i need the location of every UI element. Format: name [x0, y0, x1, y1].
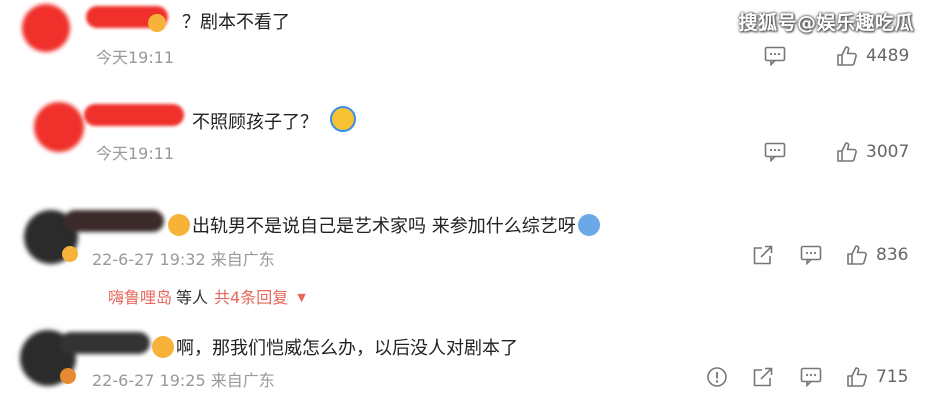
- like-count: 715: [876, 367, 909, 387]
- heart-eyes-emoji-icon: [168, 214, 190, 236]
- like-button[interactable]: 3007: [836, 141, 909, 163]
- comment-icon: [800, 367, 822, 387]
- reply-button[interactable]: [764, 142, 786, 162]
- reply-button[interactable]: [764, 46, 786, 66]
- like-button[interactable]: 715: [846, 366, 908, 388]
- laugh-emoji-icon: [577, 214, 600, 236]
- like-button[interactable]: 836: [846, 244, 908, 266]
- comment-item: 不照顾孩子了？ 今天19:11 3007: [0, 96, 936, 186]
- like-button[interactable]: 4489: [836, 45, 909, 67]
- badge-redacted: [60, 368, 76, 384]
- thumbs-up-icon: [836, 141, 858, 163]
- like-count: 4489: [866, 46, 910, 66]
- comment-icon: [764, 142, 786, 162]
- share-icon: [752, 244, 774, 266]
- warning-icon: [706, 366, 728, 388]
- avatar-redacted[interactable]: [34, 102, 84, 152]
- comment-icon: [764, 46, 786, 66]
- reply-button[interactable]: [800, 367, 822, 387]
- comment-text: 出轨男不是说自己是艺术家吗 来参加什么综艺呀: [168, 212, 600, 238]
- reply-button[interactable]: [800, 245, 822, 265]
- share-button[interactable]: [752, 366, 774, 388]
- reply-etc-label: 等人: [176, 288, 209, 307]
- comment-icon: [800, 245, 822, 265]
- reply-total-link[interactable]: 共4条回复: [214, 288, 288, 307]
- badge-redacted: [62, 246, 78, 262]
- heart-eyes-emoji-icon: [152, 336, 174, 358]
- hug-emoji-icon: [329, 106, 356, 132]
- chevron-down-icon: ▼: [297, 291, 306, 304]
- share-icon: [752, 366, 774, 388]
- thumbs-up-icon: [836, 45, 858, 67]
- replies-summary-link[interactable]: 嗨鲁哩岛 等人 共4条回复 ▼: [108, 284, 306, 308]
- comment-text: 啊，那我们恺威怎么办，以后没人对剧本了: [152, 334, 518, 360]
- reply-user-names[interactable]: 嗨鲁哩岛: [108, 288, 172, 307]
- avatar-redacted[interactable]: [22, 4, 70, 52]
- thumbs-up-icon: [846, 244, 868, 266]
- comment-text: 不照顾孩子了？: [192, 106, 356, 134]
- comment-item: 出轨男不是说自己是艺术家吗 来参加什么综艺呀 22-6-27 19:32 来自广…: [0, 200, 936, 310]
- username-redacted[interactable]: [84, 104, 184, 126]
- comment-time: 22-6-27 19:32 来自广东: [92, 250, 275, 269]
- like-count: 3007: [866, 142, 910, 162]
- username-redacted[interactable]: [64, 210, 164, 232]
- username-redacted[interactable]: [60, 332, 150, 354]
- comment-time: 今天19:11: [96, 48, 175, 67]
- comment-time: 今天19:11: [96, 144, 175, 163]
- thumbs-up-icon: [846, 366, 868, 388]
- comment-text: ？剧本不看了: [182, 12, 290, 33]
- like-count: 836: [876, 245, 909, 265]
- share-button[interactable]: [752, 244, 774, 266]
- comment-item: 啊，那我们恺威怎么办，以后没人对剧本了 22-6-27 19:25 来自广东 7…: [0, 322, 936, 418]
- comment-time: 22-6-27 19:25 来自广东: [92, 371, 275, 390]
- badge-redacted: [148, 14, 166, 32]
- report-button[interactable]: [706, 366, 728, 388]
- comment-item: ？剧本不看了 今天19:11 4489: [0, 0, 936, 90]
